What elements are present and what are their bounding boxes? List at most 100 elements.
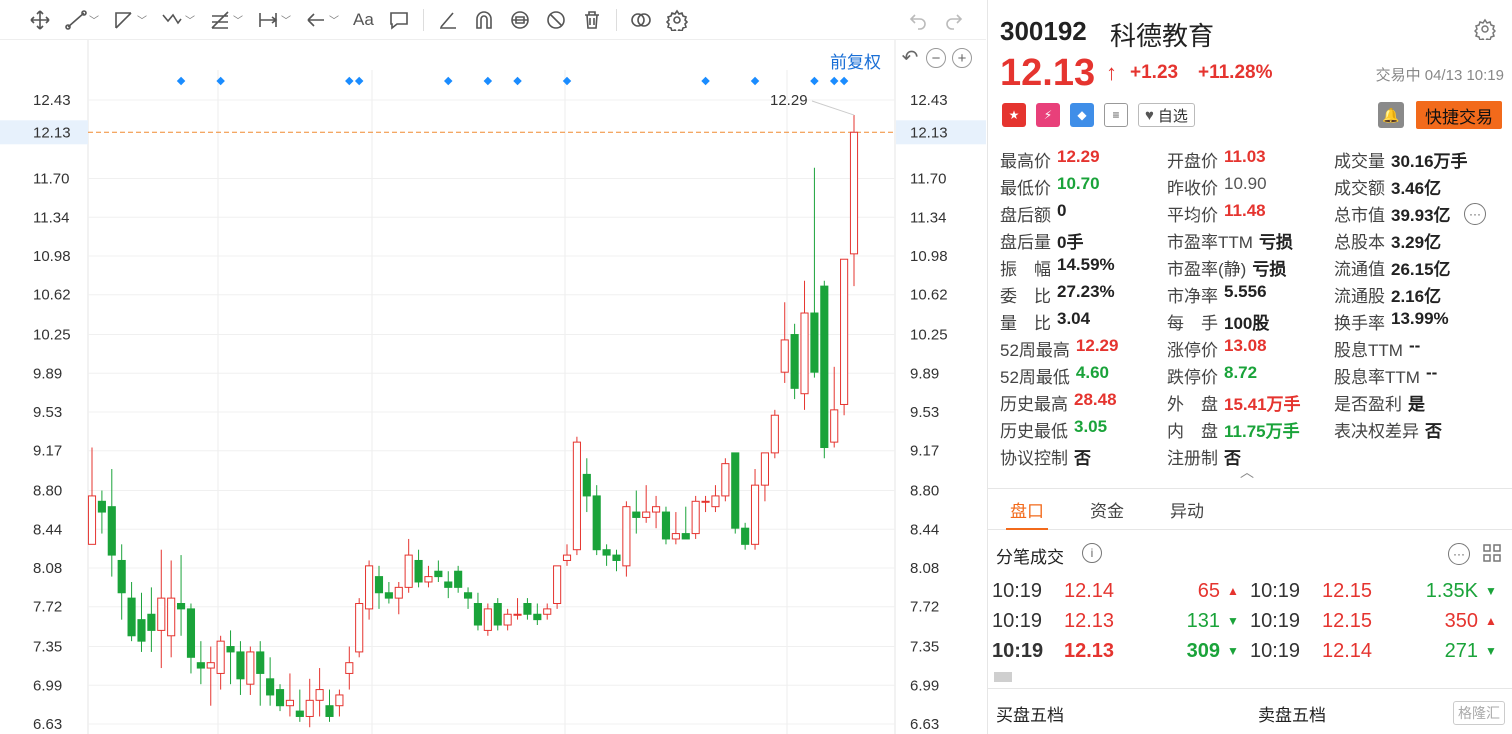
kline-chart-area[interactable]: 12.43 12.43 12.13 12.13 11.70 11.70 11.34 11.34…	[0, 40, 986, 734]
stat-cell: 每 手 100股	[1167, 309, 1334, 334]
more-icon[interactable]: ···	[1464, 203, 1486, 225]
candle-body	[632, 511, 641, 518]
zoom-in-icon[interactable]: +	[952, 48, 972, 68]
arrow-tool[interactable]: ﹀	[298, 0, 346, 40]
more-icon[interactable]: ···	[1448, 543, 1470, 565]
delete-tool[interactable]	[574, 0, 610, 40]
zoom-out-icon[interactable]: −	[926, 48, 946, 68]
pencil-tool[interactable]	[430, 0, 466, 40]
y-tick-label-left: 11.34	[33, 209, 69, 226]
event-marker-icon	[810, 76, 819, 86]
stats-row: 盘后量 0手 市盈率TTM 亏损 总股本 3.29亿	[1000, 227, 1510, 254]
stat-cell: 流通股 2.16亿	[1334, 282, 1501, 307]
event-marker-icon	[750, 76, 760, 86]
redo-button[interactable]	[936, 0, 972, 40]
quick-trade-button[interactable]: 快捷交易	[1416, 101, 1502, 129]
stat-value: 13.99%	[1391, 309, 1449, 328]
tick-volume: 1.35K	[1425, 579, 1478, 602]
pencil-icon	[439, 11, 456, 29]
measure-tool[interactable]: ﹀	[250, 0, 298, 40]
measure-icon	[259, 12, 278, 27]
adjust-mode-button[interactable]: 前复权	[830, 48, 881, 73]
candle-body	[513, 613, 522, 616]
tick-price: 12.13	[1064, 609, 1115, 632]
tab-orderbook[interactable]: 盘口	[1006, 489, 1048, 530]
candle-body	[117, 559, 126, 594]
candle-body	[483, 608, 492, 631]
candle-body	[295, 710, 304, 717]
candle-body	[384, 592, 393, 599]
stats-row: 协议控制否注册制否	[1000, 443, 1510, 470]
quote-panel: 300192 科德教育 12.13 ↑ +1.23 +11.28% 交易中 04…	[987, 0, 1512, 734]
tab-alerts[interactable]: 异动	[1170, 489, 1204, 529]
y-tick-label-right: 6.63	[910, 716, 939, 733]
watermark-logo: 格隆汇	[1453, 701, 1505, 725]
candle-body	[325, 705, 334, 717]
stat-label: 流通值	[1334, 260, 1385, 279]
flash-icon[interactable]: ⚡	[1036, 103, 1060, 127]
fib-tool[interactable]: ﹀	[202, 0, 250, 40]
candle-body	[315, 689, 324, 701]
toolbar-divider	[422, 8, 424, 31]
wave-tool[interactable]: ﹀	[154, 0, 202, 40]
grid-view-icon[interactable]	[1482, 543, 1502, 563]
stat-value: 4.60	[1075, 363, 1110, 382]
candle-body	[137, 619, 146, 642]
stat-cell: 历史最高 28.48	[1000, 390, 1167, 415]
stat-value: 12.29	[1075, 336, 1119, 355]
triangle-down-icon: ▼	[1485, 584, 1497, 598]
compare-tool[interactable]	[623, 0, 659, 40]
candle-body	[572, 441, 581, 551]
heart-icon: ♥	[1145, 106, 1154, 124]
stat-value: 13.08	[1224, 336, 1267, 355]
trade-status: 交易中 04/13 10:19	[1375, 67, 1504, 84]
tag-icon[interactable]: ◆	[1070, 103, 1094, 127]
gear-icon[interactable]	[1474, 18, 1496, 40]
trend-line-tool[interactable]: ﹀	[58, 0, 106, 40]
stat-cell: 是否盈利是	[1334, 390, 1501, 415]
stat-cell: 内 盘 11.75万手	[1167, 417, 1334, 442]
stat-label: 量 比	[1000, 314, 1051, 333]
stat-label: 总市值	[1334, 206, 1385, 225]
y-tick-label-left: 8.80	[33, 483, 62, 500]
scrollbar-thumb[interactable]	[994, 672, 1012, 682]
stat-label: 最高价	[1000, 152, 1051, 171]
hide-tool[interactable]	[538, 0, 574, 40]
comment-tool[interactable]	[381, 0, 417, 40]
move-tool[interactable]	[22, 0, 58, 40]
stats-row: 52周最低 4.60 跌停价 8.72 股息率TTM --	[1000, 362, 1510, 389]
candle-body	[127, 597, 136, 637]
polyline-tool[interactable]: ﹀	[106, 0, 154, 40]
chart-settings-tool[interactable]	[659, 0, 695, 40]
candle-body	[849, 131, 859, 255]
text-icon: Aa	[353, 9, 374, 29]
sell-book-label: 卖盘五档	[1258, 706, 1326, 725]
lock-tool[interactable]	[502, 0, 538, 40]
stat-value: 10.90	[1224, 174, 1267, 193]
y-tick-label-right: 9.89	[910, 365, 939, 382]
info-icon[interactable]: i	[1082, 543, 1102, 563]
bell-icon[interactable]: 🔔	[1378, 102, 1404, 128]
stat-value: 3.05	[1074, 417, 1108, 436]
candle-body	[750, 484, 760, 545]
reset-icon[interactable]: ↶	[900, 48, 920, 68]
stat-cell: 52周最低 4.60	[1000, 363, 1167, 388]
text-tool[interactable]: Aa	[346, 0, 381, 40]
kline-chart[interactable]: 12.43 12.43 12.13 12.13 11.70 11.70 11.34 11.34…	[0, 40, 986, 734]
stat-label: 振 幅	[1000, 260, 1051, 279]
y-tick-label-left: 10.62	[33, 287, 71, 304]
undo-button[interactable]	[900, 0, 936, 40]
candle-body	[543, 608, 552, 615]
magnet-tool[interactable]	[466, 0, 502, 40]
trend-line-icon	[65, 9, 87, 30]
gear-icon	[665, 9, 688, 31]
high-annotation-line	[811, 100, 855, 116]
add-watchlist-button[interactable]: ♥ 自选	[1138, 103, 1195, 127]
candle-body	[661, 511, 671, 540]
tab-funds[interactable]: 资金	[1090, 489, 1124, 529]
chevron-up-icon[interactable]: ︿	[1240, 462, 1254, 482]
stats-row: 委 比 27.23% 市净率 5.556 流通股 2.16亿	[1000, 281, 1510, 308]
note-icon[interactable]: ≡	[1104, 103, 1128, 127]
trash-icon	[584, 10, 599, 29]
stat-cell: 跌停价 8.72	[1167, 363, 1334, 388]
